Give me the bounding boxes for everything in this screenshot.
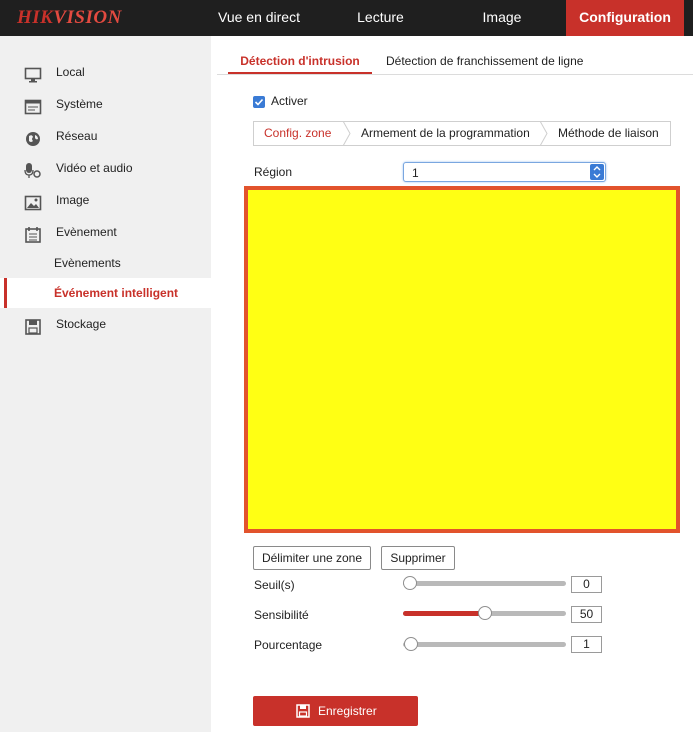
slider-thumb[interactable] [404, 637, 419, 651]
percentage-label: Pourcentage [254, 638, 323, 652]
hikvision-logo: HIKVISION [17, 7, 122, 28]
region-select-value: 1 [412, 166, 419, 180]
slider-thumb[interactable] [403, 576, 417, 590]
nav-live-view[interactable]: Vue en direct [195, 0, 323, 36]
tab-intrusion-detection[interactable]: Détection d'intrusion [228, 50, 372, 74]
globe-icon [24, 128, 42, 146]
active-indicator [4, 278, 7, 308]
nav-configuration[interactable]: Configuration [566, 0, 684, 36]
region-label: Région [254, 165, 293, 179]
nav-image[interactable]: Image [438, 0, 566, 36]
sidebar: Local Système Réseau Vidéo et audio Imag… [0, 36, 211, 732]
sidebar-item-storage[interactable]: Stockage [0, 309, 211, 339]
picture-icon [24, 192, 42, 211]
chevron-separator-icon [539, 121, 548, 146]
sidebar-item-local[interactable]: Local [0, 57, 211, 87]
monitor-icon [24, 64, 42, 83]
delete-area-button[interactable]: Supprimer [381, 546, 455, 570]
sensitivity-label: Sensibilité [254, 608, 309, 622]
draw-area-button[interactable]: Délimiter une zone [253, 546, 371, 570]
sensitivity-value[interactable]: 50 [571, 606, 602, 623]
save-disk-icon [24, 316, 42, 335]
config-subtabs: Config. zone Armement de la programmatio… [253, 121, 671, 146]
sidebar-item-label: Réseau [56, 129, 98, 143]
check-icon [254, 98, 264, 106]
sidebar-item-label: Evènement [56, 225, 117, 239]
threshold-slider[interactable] [403, 576, 566, 590]
sidebar-item-network[interactable]: Réseau [0, 121, 211, 151]
sidebar-subitem-smart-event[interactable]: Événement intelligent [0, 278, 211, 308]
region-select[interactable]: 1 [403, 162, 606, 182]
sidebar-subitem-label: Événement intelligent [54, 286, 179, 300]
slider-fill [403, 611, 485, 616]
detection-area-canvas[interactable] [244, 186, 680, 533]
sidebar-item-label: Image [56, 193, 90, 207]
sidebar-item-image[interactable]: Image [0, 185, 211, 215]
top-bar: HIKVISION Vue en direct Lecture Image Co… [0, 0, 693, 36]
tab-divider [217, 74, 693, 75]
sidebar-item-label: Stockage [56, 317, 107, 331]
sidebar-item-label: Local [56, 65, 85, 79]
sidebar-item-label: Vidéo et audio [56, 161, 133, 175]
subtab-area-settings[interactable]: Config. zone [264, 122, 331, 145]
sidebar-item-label: Système [56, 97, 103, 111]
percentage-slider[interactable] [403, 637, 566, 651]
subtab-linkage-method[interactable]: Méthode de liaison [558, 122, 659, 145]
percentage-value[interactable]: 1 [571, 636, 602, 653]
threshold-value[interactable]: 0 [571, 576, 602, 593]
sensitivity-slider[interactable] [403, 606, 566, 620]
sidebar-subitem-events[interactable]: Evènements [0, 248, 211, 278]
sidebar-item-video-audio[interactable]: Vidéo et audio [0, 153, 211, 183]
subtab-arming-schedule[interactable]: Armement de la programmation [361, 122, 530, 145]
microphone-icon [24, 160, 42, 178]
calendar-icon [24, 224, 42, 243]
enable-checkbox[interactable] [253, 96, 265, 108]
select-arrows-icon [590, 164, 604, 180]
save-button-label: Enregistrer [318, 704, 377, 718]
nav-playback[interactable]: Lecture [323, 0, 438, 36]
save-disk-icon [296, 704, 310, 721]
sidebar-item-system[interactable]: Système [0, 89, 211, 119]
system-icon [24, 96, 42, 115]
sidebar-item-event[interactable]: Evènement [0, 217, 211, 247]
enable-label: Activer [271, 94, 308, 108]
tab-line-crossing-detection[interactable]: Détection de franchissement de ligne [386, 50, 583, 74]
sidebar-subitem-label: Evènements [54, 256, 121, 270]
slider-thumb[interactable] [477, 606, 492, 620]
chevron-separator-icon [342, 121, 351, 146]
threshold-label: Seuil(s) [254, 578, 295, 592]
save-button[interactable]: Enregistrer [253, 696, 418, 726]
